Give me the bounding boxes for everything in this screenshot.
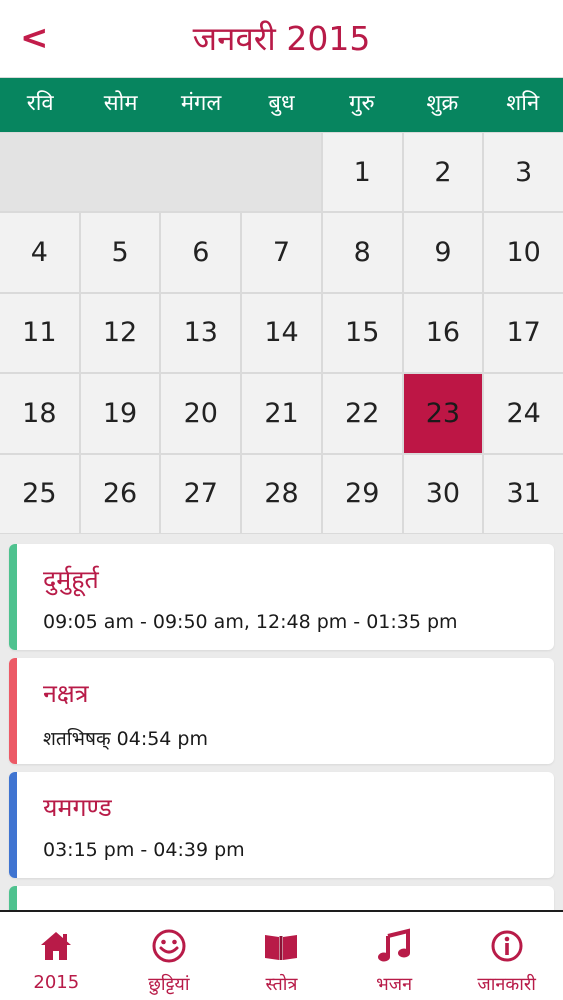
calendar-day[interactable]: 17 [484, 293, 563, 373]
weekday-tuesday: मंगल [180, 91, 222, 116]
calendar-day[interactable]: 11 [0, 293, 79, 373]
calendar-day[interactable]: 2 [403, 133, 483, 212]
calendar-day[interactable]: 27 [161, 454, 241, 533]
card-accent-bar [9, 658, 17, 764]
tab-label: जानकारी [477, 974, 536, 995]
calendar-day[interactable]: 28 [242, 454, 321, 533]
card-accent-bar [9, 886, 17, 910]
calendar-day[interactable]: 31 [484, 454, 563, 533]
weekday-header: रवि सोम मंगल बुध गुरु शुक्र शनि [0, 78, 563, 132]
home-icon [41, 932, 72, 960]
tab-label: 2015 [33, 972, 80, 993]
music-icon [378, 928, 411, 962]
calendar-day[interactable]: 6 [161, 213, 241, 292]
smiley-icon [152, 929, 186, 963]
tab-label: भजन [376, 974, 413, 995]
tab-label: छुट्टियां [148, 974, 190, 995]
weekday-wednesday: बुध [268, 91, 295, 116]
weekday-thursday: गुरु [349, 91, 375, 116]
book-icon [265, 935, 298, 960]
card-value: शतभिषक् 04:54 pm [43, 728, 209, 750]
calendar-blank-cells [0, 133, 321, 212]
calendar-grid: 1 2 3 4 5 6 7 8 9 10 11 12 13 14 15 16 17 18 19 20 21 22 23 24 2… [0, 132, 563, 534]
calendar-day[interactable]: 26 [80, 454, 160, 533]
tab-home[interactable]: 2015 [0, 912, 113, 1000]
weekday-saturday: शनि [506, 91, 540, 116]
calendar-day[interactable]: 24 [484, 374, 563, 453]
calendar-day[interactable]: 21 [242, 374, 321, 453]
calendar-day[interactable]: 20 [161, 374, 241, 453]
calendar-day[interactable]: 1 [322, 133, 402, 212]
calendar-day[interactable]: 16 [403, 293, 483, 373]
card-title: नक्षत्र [43, 679, 89, 708]
calendar-day[interactable]: 15 [322, 293, 402, 373]
weekday-sunday: रवि [26, 91, 54, 116]
info-icon [491, 930, 523, 962]
card-title: यमगण्ड [43, 793, 112, 822]
calendar-day[interactable]: 7 [242, 213, 321, 292]
tab-stotra[interactable]: स्तोत्र [225, 912, 338, 1000]
calendar-day[interactable]: 30 [403, 454, 483, 533]
page-title: जनवरी 2015 [192, 19, 371, 58]
weekday-monday: सोम [103, 91, 138, 116]
tab-label: स्तोत्र [265, 974, 298, 995]
card-accent-bar [9, 772, 17, 878]
tab-holidays[interactable]: छुट्टियां [113, 912, 226, 1000]
calendar-day-selected[interactable]: 23 [403, 374, 483, 453]
calendar-day[interactable]: 13 [161, 293, 241, 373]
calendar-day[interactable]: 22 [322, 374, 402, 453]
calendar-day[interactable]: 25 [0, 454, 79, 533]
header: < जनवरी 2015 [0, 0, 563, 78]
tab-bhajan[interactable]: भजन [338, 912, 451, 1000]
calendar-day[interactable]: 3 [484, 133, 563, 212]
calendar-day[interactable]: 4 [0, 213, 79, 292]
card-value: 03:15 pm - 04:39 pm [43, 839, 245, 861]
calendar-day[interactable]: 8 [322, 213, 402, 292]
calendar-day[interactable]: 9 [403, 213, 483, 292]
calendar-day[interactable]: 18 [0, 374, 79, 453]
calendar-day[interactable]: 14 [242, 293, 321, 373]
card-title: दुर्मुहूर्त [43, 565, 99, 594]
card-accent-bar [9, 544, 17, 650]
day-details-list: दुर्मुहूर्त 09:05 am - 09:50 am, 12:48 p… [0, 534, 563, 910]
weekday-friday: शुक्र [426, 91, 459, 116]
calendar-day[interactable]: 19 [80, 374, 160, 453]
card-value: 09:05 am - 09:50 am, 12:48 pm - 01:35 pm [43, 611, 458, 633]
card-durmuhurt[interactable]: दुर्मुहूर्त 09:05 am - 09:50 am, 12:48 p… [9, 544, 554, 650]
calendar-day[interactable]: 29 [322, 454, 402, 533]
calendar-day[interactable]: 12 [80, 293, 160, 373]
bottom-tab-bar: 2015 छुट्टियां स्तोत्र भजन जानकारी [0, 910, 563, 1000]
calendar-day[interactable]: 5 [80, 213, 160, 292]
card-partial[interactable] [9, 886, 554, 910]
calendar-day[interactable]: 10 [484, 213, 563, 292]
card-yamagand[interactable]: यमगण्ड 03:15 pm - 04:39 pm [9, 772, 554, 878]
card-nakshatra[interactable]: नक्षत्र शतभिषक् 04:54 pm [9, 658, 554, 764]
tab-info[interactable]: जानकारी [450, 912, 563, 1000]
